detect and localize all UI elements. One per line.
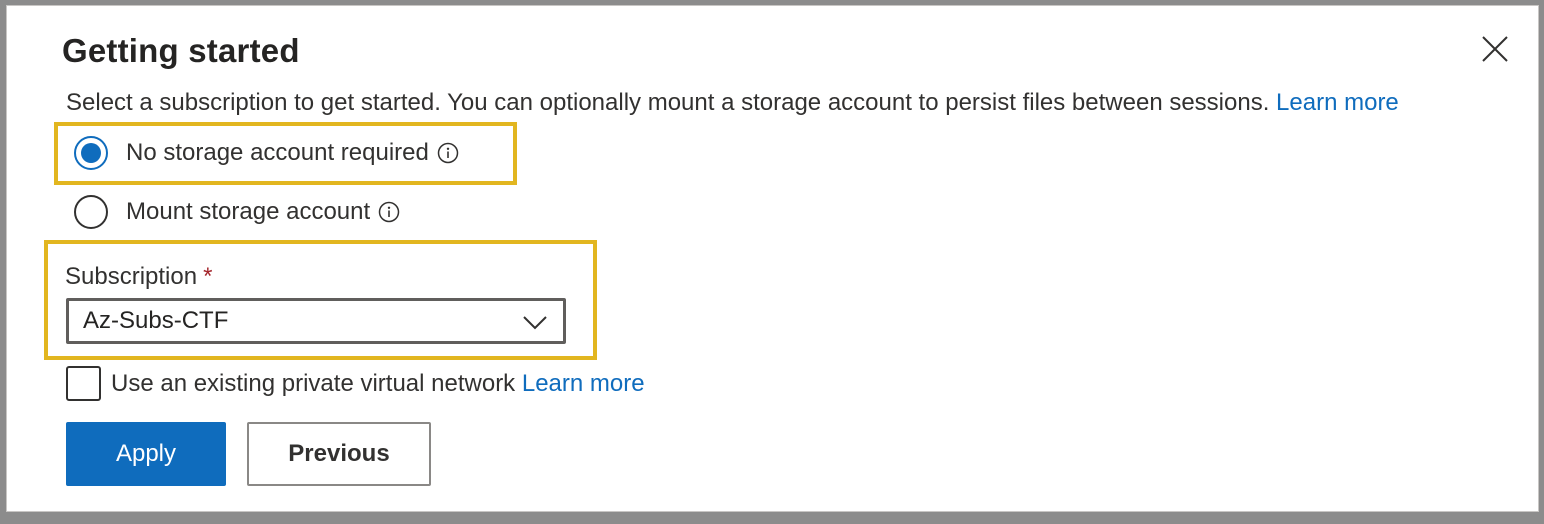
no-storage-label: No storage account required <box>126 139 429 166</box>
dialog-title: Getting started <box>62 32 300 69</box>
mount-storage-radio[interactable] <box>74 195 108 229</box>
dialog-description: Select a subscription to get started. Yo… <box>66 89 1399 117</box>
previous-button[interactable]: Previous <box>247 422 431 486</box>
radio-mount-storage[interactable]: Mount storage account <box>74 195 400 229</box>
vnet-option: Use an existing private virtual network … <box>66 366 645 401</box>
info-icon[interactable] <box>378 201 400 223</box>
close-icon[interactable] <box>1479 33 1511 65</box>
subscription-label: Subscription * <box>65 263 212 291</box>
getting-started-dialog: Getting started Select a subscription to… <box>6 5 1539 512</box>
radio-no-storage[interactable]: No storage account required <box>74 136 459 170</box>
subscription-label-text: Subscription <box>65 263 198 290</box>
apply-button[interactable]: Apply <box>66 422 226 486</box>
mount-storage-label: Mount storage account <box>126 198 371 225</box>
subscription-dropdown[interactable]: Az-Subs-CTF <box>66 298 566 344</box>
info-icon[interactable] <box>437 142 459 164</box>
vnet-learn-more-link[interactable]: Learn more <box>522 370 645 398</box>
description-text: Select a subscription to get started. Yo… <box>66 89 1270 116</box>
radio-selected-dot <box>81 143 101 163</box>
subscription-value: Az-Subs-CTF <box>83 307 229 334</box>
required-marker: * <box>203 263 213 290</box>
no-storage-radio[interactable] <box>74 136 108 170</box>
learn-more-link[interactable]: Learn more <box>1276 89 1399 116</box>
chevron-down-icon <box>521 311 549 333</box>
vnet-label: Use an existing private virtual network <box>111 369 516 397</box>
vnet-checkbox[interactable] <box>66 366 101 401</box>
